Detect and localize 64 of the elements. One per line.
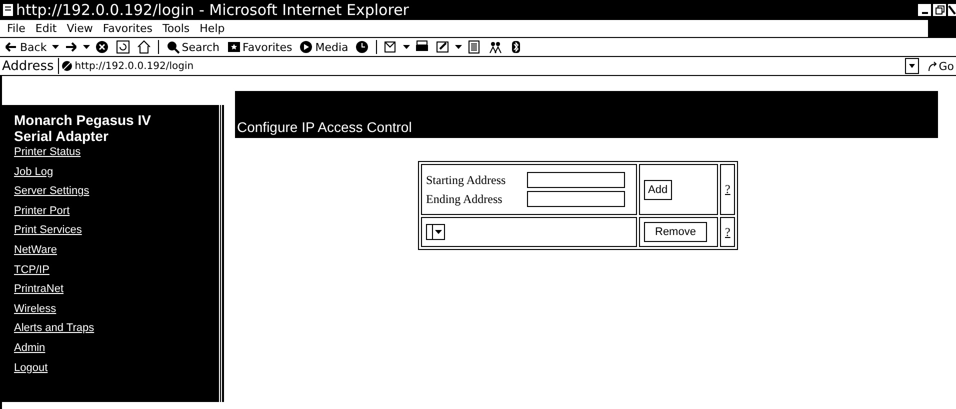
minimize-icon: [922, 12, 928, 14]
nav-link[interactable]: Job Log: [14, 166, 54, 179]
nav-link[interactable]: Admin: [14, 342, 46, 355]
menu-item[interactable]: Favorites: [98, 22, 158, 35]
close-button[interactable]: [947, 3, 956, 17]
field-label: Starting Address: [426, 172, 507, 188]
nav-link[interactable]: PrintraNet: [14, 283, 64, 296]
dropdown-arrow-icon: [435, 230, 442, 234]
print-icon: [415, 40, 430, 54]
refresh-icon: [116, 40, 130, 54]
menu-item[interactable]: Tools: [158, 22, 195, 35]
menu-item[interactable]: Edit: [30, 22, 62, 35]
address-field[interactable]: http://192.0.0.192/login: [58, 58, 925, 74]
home-icon: [136, 40, 151, 54]
dropdown-arrow-icon[interactable]: [52, 45, 59, 49]
menu-item[interactable]: File: [2, 22, 30, 35]
address-dropdown[interactable]: [426, 224, 445, 240]
address-label: Address: [2, 58, 54, 74]
address-input[interactable]: [527, 191, 625, 207]
refresh-button[interactable]: [114, 40, 132, 54]
nav-link[interactable]: NetWare: [14, 244, 57, 257]
close-icon: [948, 5, 956, 15]
nav-link[interactable]: Logout: [14, 362, 48, 375]
go-button[interactable]: Go: [924, 60, 956, 72]
field-label: Ending Address: [426, 192, 504, 206]
mail-icon: [384, 40, 398, 54]
remove-button[interactable]: Remove: [644, 222, 707, 242]
product-title: Monarch Pegasus IV: [14, 112, 152, 128]
stop-icon: [94, 40, 109, 54]
restore-icon: [934, 5, 944, 15]
menu-item[interactable]: Help: [194, 22, 230, 35]
forward-icon: [64, 40, 78, 54]
nav-link[interactable]: TCP/IP: [14, 264, 50, 277]
add-button[interactable]: Add: [644, 180, 672, 200]
window-title: http://192.0.0.192/login - Microsoft Internet Explorer: [16, 1, 409, 19]
dropdown-arrow-icon[interactable]: [455, 45, 462, 49]
dropdown-arrow-icon[interactable]: [403, 45, 410, 49]
help-link[interactable]: ?: [725, 224, 730, 238]
restore-button[interactable]: [932, 3, 947, 17]
nav-link[interactable]: Server Settings: [14, 185, 90, 198]
history-icon: [355, 40, 370, 54]
nav-link[interactable]: Alerts and Traps: [14, 322, 94, 336]
media-button[interactable]: Media: [297, 40, 350, 54]
back-button[interactable]: Back: [2, 40, 49, 54]
nav-link[interactable]: Printer Port: [14, 204, 70, 218]
minimize-button[interactable]: [917, 3, 932, 17]
favorites-button[interactable]: Favorites: [224, 40, 294, 54]
help-link[interactable]: ?: [725, 182, 730, 196]
dropdown-arrow-icon: [908, 62, 916, 70]
menu-item[interactable]: View: [62, 22, 98, 35]
page-heading: Configure IP Access Control: [237, 119, 412, 135]
dropdown-arrow-icon[interactable]: [82, 45, 90, 49]
nav-link[interactable]: Printer Status: [14, 146, 81, 159]
media-icon: [299, 40, 314, 54]
nav-link[interactable]: Wireless: [14, 302, 56, 316]
product-title: Serial Adapter: [14, 128, 110, 144]
search-icon: [166, 40, 180, 54]
search-button[interactable]: Search: [164, 40, 222, 54]
address-input[interactable]: [527, 172, 625, 188]
back-icon: [4, 40, 18, 54]
nav-link[interactable]: Print Services: [14, 224, 82, 238]
favorites-icon: [226, 40, 241, 54]
edit-icon: [436, 40, 450, 54]
arrow-icon: [926, 60, 938, 72]
